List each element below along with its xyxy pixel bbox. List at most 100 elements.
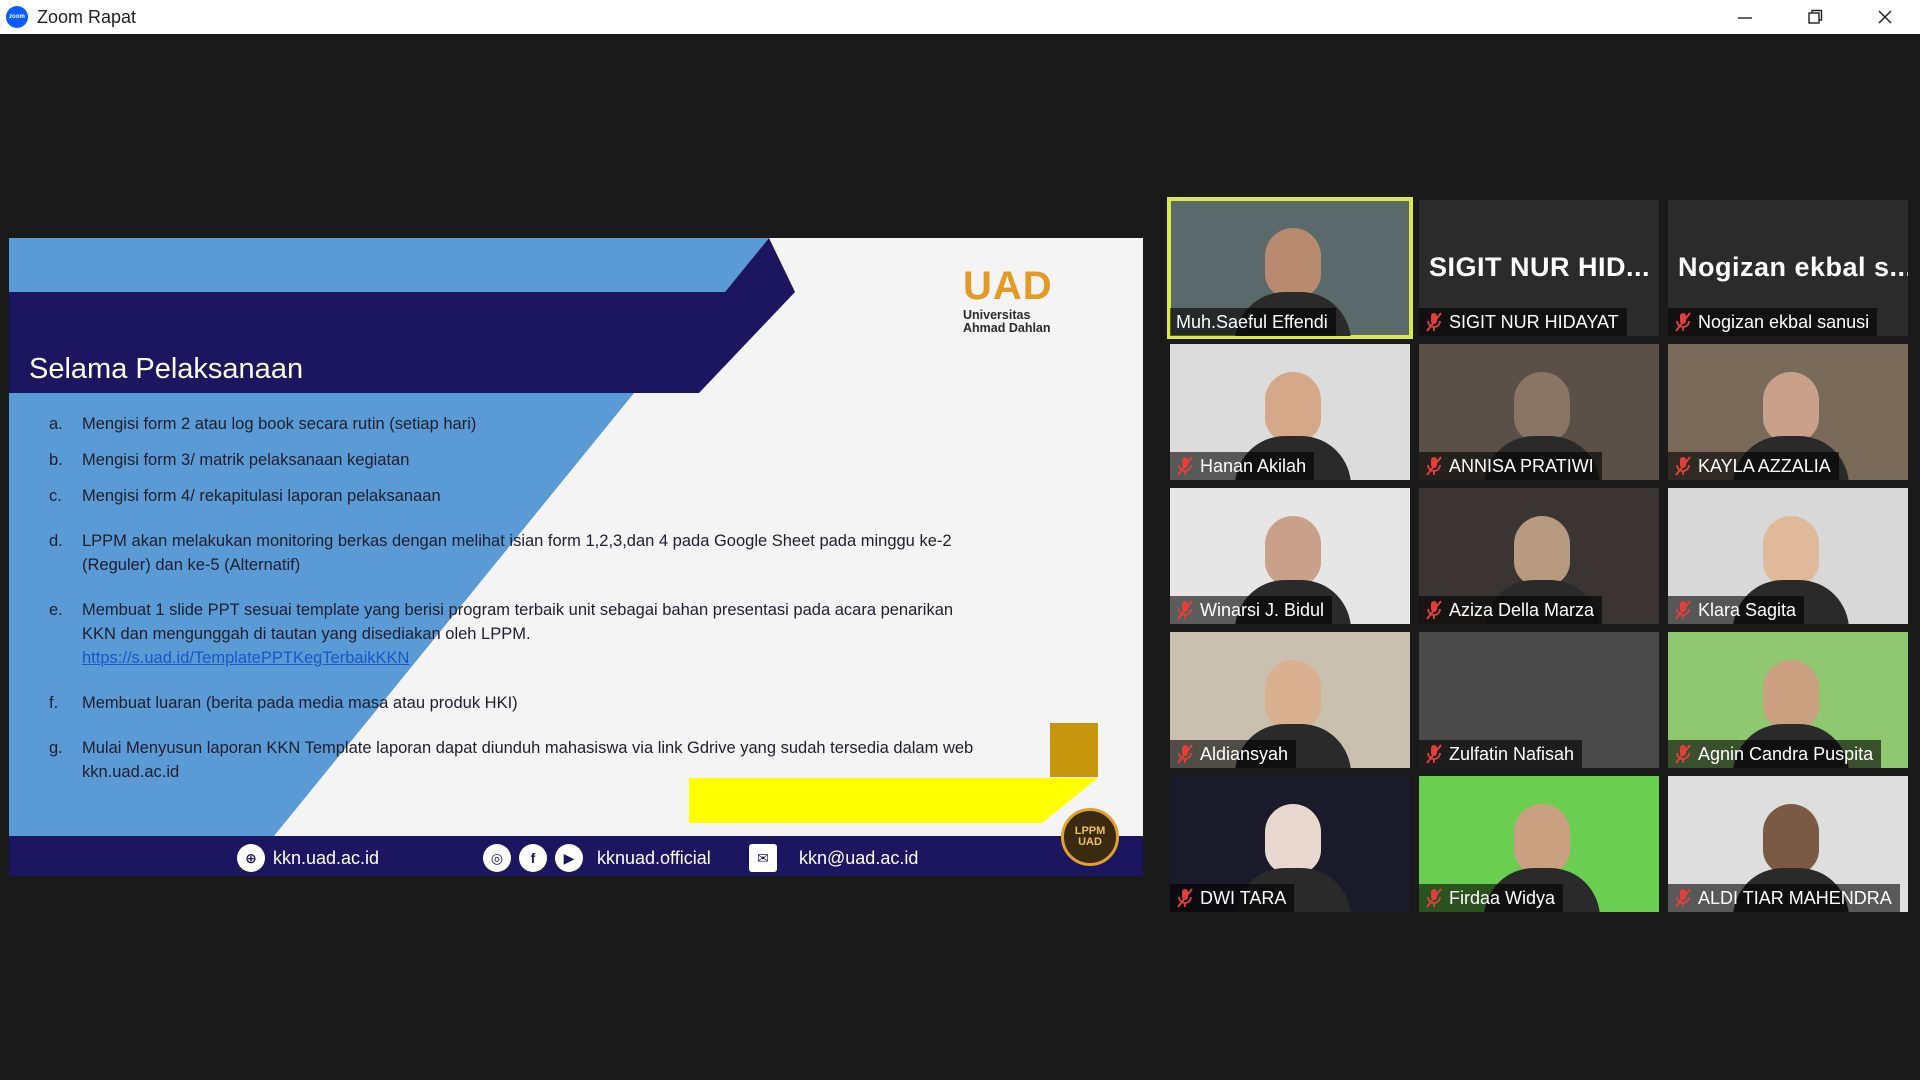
participant-tile[interactable]: DWI TARA	[1170, 776, 1410, 912]
slide-title: Selama Pelaksanaan	[29, 353, 304, 385]
youtube-icon: ▶	[555, 844, 583, 872]
participant-name-label: KAYLA AZZALIA	[1668, 452, 1839, 480]
window-titlebar: zoom Zoom Rapat	[0, 0, 1920, 34]
zoom-logo-icon: zoom	[6, 6, 28, 28]
participant-tile[interactable]: ALDI TIAR MAHENDRA	[1668, 776, 1908, 912]
participant-name-placeholder: Nogizan ekbal s...	[1678, 252, 1908, 282]
item-marker: f.	[49, 694, 59, 712]
participant-name: ANNISA PRATIWI	[1449, 455, 1594, 476]
participant-name: Agnin Candra Puspita	[1698, 743, 1874, 764]
participant-name: Firdaa Widya	[1449, 887, 1556, 908]
participant-video	[1265, 228, 1321, 298]
participant-video	[1514, 516, 1570, 586]
participant-name: Nogizan ekbal sanusi	[1698, 311, 1870, 332]
participant-video	[1763, 804, 1819, 874]
mail-icon: ✉	[749, 844, 777, 872]
participant-name: Klara Sagita	[1698, 599, 1797, 620]
badge-line2: UAD	[1078, 836, 1102, 848]
participant-video	[1265, 804, 1321, 874]
microphone-muted-icon	[1176, 888, 1194, 908]
participant-name-label: ALDI TIAR MAHENDRA	[1668, 884, 1900, 912]
microphone-muted-icon	[1425, 744, 1443, 764]
participant-tile[interactable]: Winarsi J. Bidul	[1170, 488, 1410, 624]
participant-video	[1265, 372, 1321, 442]
participant-video	[1514, 804, 1570, 874]
microphone-muted-icon	[1674, 888, 1692, 908]
participant-name: Aldiansyah	[1200, 743, 1289, 764]
slide-item: d. LPPM akan melakukan monitoring berkas …	[49, 529, 979, 577]
microphone-muted-icon	[1425, 456, 1443, 476]
participant-tile[interactable]: Agnin Candra Puspita	[1668, 632, 1908, 768]
lppm-badge: LPPM UAD	[1061, 808, 1119, 866]
participant-name: KAYLA AZZALIA	[1698, 455, 1831, 476]
participant-name: DWI TARA	[1200, 887, 1287, 908]
slide-item: g. Mulai Menyusun laporan KKN Template la…	[49, 736, 979, 784]
participant-tile[interactable]: Hanan Akilah	[1170, 344, 1410, 480]
microphone-muted-icon	[1674, 600, 1692, 620]
microphone-muted-icon	[1425, 888, 1443, 908]
participant-tile[interactable]: Nogizan ekbal s... Nogizan ekbal sanusi	[1668, 200, 1908, 336]
participant-name: Winarsi J. Bidul	[1200, 599, 1325, 620]
uad-logo: UAD Universitas Ahmad Dahlan	[963, 264, 1053, 335]
microphone-muted-icon	[1674, 312, 1692, 332]
microphone-muted-icon	[1176, 456, 1194, 476]
participant-tile[interactable]: Klara Sagita	[1668, 488, 1908, 624]
footer-social: ◎ f ▶ kknuad.official	[483, 844, 711, 872]
footer-email: ✉ kkn@uad.ac.id	[749, 844, 918, 872]
participant-name-label: Hanan Akilah	[1170, 452, 1315, 480]
item-text: Membuat 1 slide PPT sesuai template yang…	[82, 601, 954, 643]
participant-name-label: ANNISA PRATIWI	[1419, 452, 1602, 480]
uad-logo-line2: Ahmad Dahlan	[963, 321, 1051, 335]
footer-website: ⊕ kkn.uad.ac.id	[237, 844, 379, 872]
participant-tile[interactable]: Zulfatin Nafisah	[1419, 632, 1659, 768]
globe-icon: ⊕	[237, 844, 265, 872]
participant-name: Hanan Akilah	[1200, 455, 1307, 476]
participant-video	[1514, 372, 1570, 442]
item-marker: c.	[49, 487, 62, 505]
microphone-muted-icon	[1176, 600, 1194, 620]
slide-item: e. Membuat 1 slide PPT sesuai template ya…	[49, 598, 979, 670]
item-text: Mengisi form 4/ rekapitulasi laporan pel…	[82, 487, 441, 505]
participant-tile[interactable]: Muh.Saeful Effendi	[1167, 197, 1413, 339]
microphone-muted-icon	[1674, 744, 1692, 764]
participant-tile[interactable]: KAYLA AZZALIA	[1668, 344, 1908, 480]
minimize-icon	[1738, 17, 1752, 19]
template-link[interactable]: https://s.uad.id/TemplatePPTKegTerbaikKK…	[82, 649, 409, 667]
participant-name-label: Aldiansyah	[1170, 740, 1297, 768]
minimize-button[interactable]	[1710, 0, 1780, 34]
microphone-muted-icon	[1425, 312, 1443, 332]
microphone-muted-icon	[1674, 456, 1692, 476]
slide-footer: ⊕ kkn.uad.ac.id ◎ f ▶ kknuad.official ✉ …	[9, 836, 1143, 876]
microphone-muted-icon	[1176, 744, 1194, 764]
slide-item: a. Mengisi form 2 atau log book secara ru…	[49, 412, 979, 436]
footer-email-text: kkn@uad.ac.id	[799, 847, 919, 868]
participant-name: Zulfatin Nafisah	[1449, 743, 1575, 764]
item-marker: g.	[49, 739, 63, 757]
item-text: Mengisi form 3/ matrik pelaksanaan kegia…	[82, 451, 410, 469]
participant-video	[1265, 660, 1321, 730]
participant-tile[interactable]: Firdaa Widya	[1419, 776, 1659, 912]
participant-video	[1763, 372, 1819, 442]
participant-name: Aziza Della Marza	[1449, 599, 1595, 620]
participant-name-label: Aziza Della Marza	[1419, 596, 1603, 624]
item-text: Mengisi form 2 atau log book secara ruti…	[82, 415, 477, 433]
participant-name-label: Muh.Saeful Effendi	[1170, 308, 1336, 336]
restore-button[interactable]	[1780, 0, 1850, 34]
close-icon	[1878, 10, 1892, 24]
slide-item: f. Membuat luaran (berita pada media masa…	[49, 691, 979, 715]
item-text: Membuat luaran (berita pada media masa a…	[82, 694, 518, 712]
slide-item: b. Mengisi form 3/ matrik pelaksanaan keg…	[49, 448, 979, 472]
participant-tile[interactable]: ANNISA PRATIWI	[1419, 344, 1659, 480]
participant-name: SIGIT NUR HIDAYAT	[1449, 311, 1619, 332]
facebook-icon: f	[519, 844, 547, 872]
participant-tile[interactable]: SIGIT NUR HID... SIGIT NUR HIDAYAT	[1419, 200, 1659, 336]
participant-name: Muh.Saeful Effendi	[1176, 311, 1328, 332]
participant-tile[interactable]: Aldiansyah	[1170, 632, 1410, 768]
close-button[interactable]	[1850, 0, 1920, 34]
item-text: LPPM akan melakukan monitoring berkas de…	[82, 532, 952, 574]
footer-social-text: kknuad.official	[597, 847, 711, 868]
slide-item-list: a. Mengisi form 2 atau log book secara ru…	[49, 412, 979, 784]
participant-video	[1763, 660, 1819, 730]
shared-screen[interactable]: Selama Pelaksanaan UAD Universitas Ahmad…	[9, 238, 1143, 876]
participant-tile[interactable]: Aziza Della Marza	[1419, 488, 1659, 624]
